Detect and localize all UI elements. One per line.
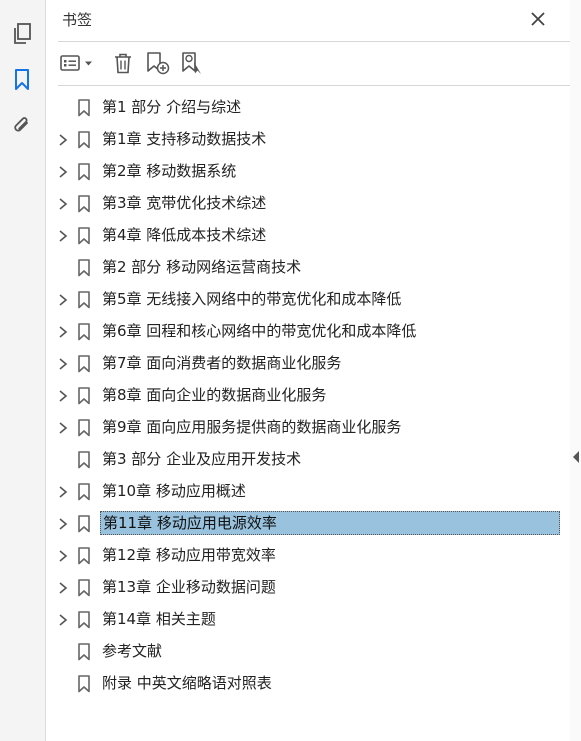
- chevron-right-icon[interactable]: [57, 133, 69, 147]
- bookmark-flag-icon: [78, 515, 90, 533]
- bookmark-flag-icon: [78, 227, 90, 245]
- add-bookmark-button[interactable]: [144, 50, 172, 76]
- delete-bookmark-button[interactable]: [110, 50, 136, 76]
- bookmark-item[interactable]: 第3章 宽带优化技术综述: [46, 188, 581, 220]
- chevron-right-icon[interactable]: [57, 325, 69, 339]
- bookmark-flag-icon: [78, 547, 90, 565]
- bookmark-flag-icon: [78, 131, 90, 149]
- bookmark-flag-icon: [78, 483, 90, 501]
- bookmark-flag-icon: [78, 99, 90, 117]
- bookmark-item[interactable]: 第2 部分 移动网络运营商技术: [46, 252, 581, 284]
- bookmark-item[interactable]: 第3 部分 企业及应用开发技术: [46, 444, 581, 476]
- chevron-right-icon[interactable]: [57, 517, 69, 531]
- bookmark-item[interactable]: 第7章 面向消费者的数据商业化服务: [46, 348, 581, 380]
- toolbar-divider: [58, 85, 580, 86]
- options-menu-button[interactable]: [59, 50, 97, 76]
- header-divider: [58, 41, 580, 42]
- chevron-right-icon[interactable]: [57, 581, 69, 595]
- bookmark-label: 第3 部分 企业及应用开发技术: [102, 450, 302, 468]
- bookmark-item[interactable]: 第14章 相关主题: [46, 604, 581, 636]
- close-panel-button[interactable]: [527, 8, 549, 30]
- bookmark-label: 第10章 移动应用概述: [102, 482, 246, 500]
- bookmark-flag-icon: [78, 259, 90, 277]
- panel-title: 书签: [62, 11, 93, 29]
- bookmark-label: 第1 部分 介绍与综述: [102, 98, 242, 116]
- chevron-right-icon[interactable]: [57, 613, 69, 627]
- pages-icon[interactable]: [8, 20, 36, 48]
- attachment-icon[interactable]: [8, 112, 36, 140]
- bookmark-item[interactable]: 第8章 面向企业的数据商业化服务: [46, 380, 581, 412]
- bookmarks-panel: 书签 第1 部分 介绍与综述 第1章 支持移动数据技术 第2章 移动数据系统 第…: [46, 0, 581, 741]
- chevron-right-icon[interactable]: [57, 389, 69, 403]
- bookmark-item[interactable]: 第2章 移动数据系统: [46, 156, 581, 188]
- bookmark-label: 第2 部分 移动网络运营商技术: [102, 258, 302, 276]
- chevron-right-icon[interactable]: [57, 357, 69, 371]
- close-icon: [531, 12, 545, 26]
- bookmark-label: 第14章 相关主题: [102, 610, 216, 628]
- bookmark-label: 第3章 宽带优化技术综述: [102, 194, 267, 212]
- navigation-rail: [0, 0, 46, 741]
- bookmark-label: 第4章 降低成本技术综述: [102, 226, 267, 244]
- bookmark-item[interactable]: 第10章 移动应用概述: [46, 476, 581, 508]
- bookmark-item[interactable]: 第4章 降低成本技术综述: [46, 220, 581, 252]
- bookmark-item[interactable]: 第13章 企业移动数据问题: [46, 572, 581, 604]
- bookmark-flag-icon: [78, 675, 90, 693]
- chevron-right-icon[interactable]: [57, 549, 69, 563]
- bookmark-item[interactable]: 第6章 回程和核心网络中的带宽优化和成本降低: [46, 316, 581, 348]
- bookmark-flag-icon: [78, 387, 90, 405]
- bookmark-flag-icon: [78, 579, 90, 597]
- chevron-right-icon[interactable]: [57, 421, 69, 435]
- bookmark-label: 第13章 企业移动数据问题: [102, 578, 276, 596]
- bookmark-flag-icon: [78, 419, 90, 437]
- bookmark-item[interactable]: 第1 部分 介绍与综述: [46, 92, 581, 124]
- bookmark-item[interactable]: 第1章 支持移动数据技术: [46, 124, 581, 156]
- options-menu-icon: [60, 55, 92, 71]
- find-bookmark-button[interactable]: [179, 50, 207, 76]
- chevron-right-icon[interactable]: [57, 229, 69, 243]
- find-bookmark-icon: [182, 52, 201, 74]
- bookmark-flag-icon: [78, 323, 90, 341]
- bookmark-item[interactable]: 第5章 无线接入网络中的带宽优化和成本降低: [46, 284, 581, 316]
- chevron-right-icon[interactable]: [57, 165, 69, 179]
- bookmark-label: 第7章 面向消费者的数据商业化服务: [102, 354, 342, 372]
- chevron-right-icon[interactable]: [57, 293, 69, 307]
- bookmark-flag-icon: [78, 355, 90, 373]
- bookmark-label: 第2章 移动数据系统: [102, 162, 237, 180]
- bookmark-icon[interactable]: [8, 66, 36, 94]
- collapse-panel-icon[interactable]: [572, 451, 580, 463]
- chevron-right-icon[interactable]: [57, 197, 69, 211]
- bookmark-item[interactable]: 第9章 面向应用服务提供商的数据商业化服务: [46, 412, 581, 444]
- bookmark-label: 第11章 移动应用电源效率: [100, 511, 560, 535]
- bookmark-label: 第5章 无线接入网络中的带宽优化和成本降低: [102, 290, 402, 308]
- bookmark-item[interactable]: 第11章 移动应用电源效率: [46, 508, 581, 540]
- bookmark-item[interactable]: 第12章 移动应用带宽效率: [46, 540, 581, 572]
- bookmark-flag-icon: [78, 643, 90, 661]
- add-bookmark-icon: [147, 52, 170, 75]
- bookmark-label: 第1章 支持移动数据技术: [102, 130, 267, 148]
- bookmark-item[interactable]: 参考文献: [46, 636, 581, 668]
- bookmark-label: 第8章 面向企业的数据商业化服务: [102, 386, 327, 404]
- bookmark-flag-icon: [78, 291, 90, 309]
- bookmark-label: 第6章 回程和核心网络中的带宽优化和成本降低: [102, 322, 417, 340]
- bookmark-item[interactable]: 附录 中英文缩略语对照表: [46, 668, 581, 700]
- delete-bookmark-icon: [115, 53, 131, 74]
- bookmark-flag-icon: [78, 451, 90, 469]
- bookmark-label: 附录 中英文缩略语对照表: [102, 674, 272, 692]
- bookmark-label: 第9章 面向应用服务提供商的数据商业化服务: [102, 418, 402, 436]
- bookmark-flag-icon: [78, 195, 90, 213]
- bookmark-label: 第12章 移动应用带宽效率: [102, 546, 276, 564]
- panel-resize-strip[interactable]: [570, 0, 581, 741]
- chevron-right-icon[interactable]: [57, 485, 69, 499]
- bookmark-label: 参考文献: [102, 642, 163, 660]
- bookmark-flag-icon: [78, 611, 90, 629]
- bookmark-flag-icon: [78, 163, 90, 181]
